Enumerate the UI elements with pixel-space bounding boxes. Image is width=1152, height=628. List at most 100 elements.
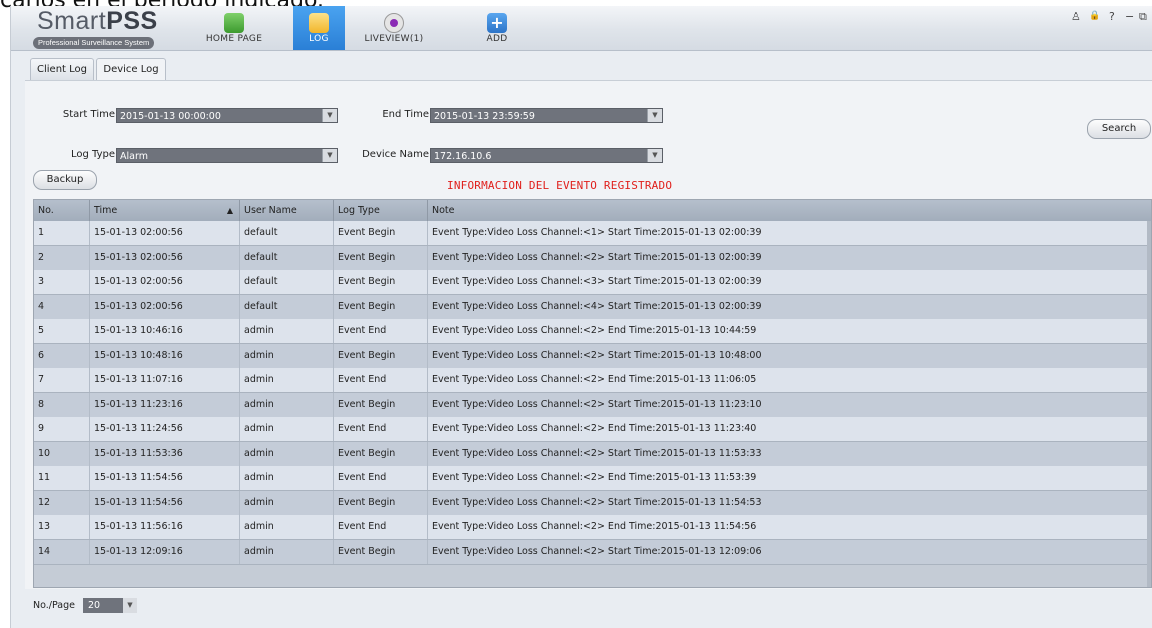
start-time-value: 2015-01-13 00:00:00 — [120, 111, 221, 122]
cell-no: 2 — [34, 245, 90, 270]
chevron-down-icon[interactable]: ▼ — [647, 149, 662, 162]
nav-tab-liveview[interactable]: LIVEVIEW(1) — [359, 6, 429, 50]
cell-no: 3 — [34, 270, 90, 294]
start-time-field[interactable]: 2015-01-13 00:00:00 ▼ — [116, 108, 338, 123]
minimize-icon[interactable]: − — [1125, 10, 1134, 23]
column-header-log-type[interactable]: Log Type — [334, 200, 428, 221]
log-table: No. Time ▲ User Name Log Type Note 1 15-0… — [33, 199, 1152, 588]
cell-no: 11 — [34, 466, 90, 490]
table-row[interactable]: 7 15-01-13 11:07:16 admin Event End Event Ty… — [34, 368, 1151, 393]
column-header-no[interactable]: No. — [34, 200, 90, 221]
user-icon[interactable]: ♙ — [1071, 10, 1081, 23]
cell-type: Event Begin — [334, 441, 428, 466]
cell-time: 15-01-13 11:53:36 — [90, 441, 240, 466]
device-name-select[interactable]: 172.16.10.6 ▼ — [430, 148, 663, 163]
device-name-value: 172.16.10.6 — [434, 151, 492, 162]
table-row[interactable]: 9 15-01-13 11:24:56 admin Event End Event Ty… — [34, 417, 1151, 442]
device-name-label: Device Name — [362, 149, 429, 160]
cell-user: admin — [240, 441, 334, 466]
column-header-user[interactable]: User Name — [240, 200, 334, 221]
tab-device-log[interactable]: Device Log — [96, 58, 166, 81]
cell-no: 6 — [34, 343, 90, 368]
nav-tab-home[interactable]: HOME PAGE — [197, 6, 271, 50]
cell-time: 15-01-13 02:00:56 — [90, 270, 240, 294]
table-scrollbar[interactable] — [1147, 221, 1151, 587]
search-button[interactable]: Search — [1087, 119, 1151, 139]
cell-note: Event Type:Video Loss Channel:<4> Start … — [432, 300, 762, 312]
end-time-label: End Time — [382, 109, 429, 120]
column-header-note[interactable]: Note — [428, 200, 1151, 221]
event-info-annotation: INFORMACION DEL EVENTO REGISTRADO — [447, 179, 673, 192]
table-row[interactable]: 6 15-01-13 10:48:16 admin Event Begin Event … — [34, 343, 1151, 369]
camera-icon — [384, 13, 404, 33]
nav-tab-add[interactable]: + ADD — [477, 6, 517, 50]
cell-user: default — [240, 221, 334, 245]
cell-no: 9 — [34, 417, 90, 441]
end-time-field[interactable]: 2015-01-13 23:59:59 ▼ — [430, 108, 663, 123]
cell-note: Event Type:Video Loss Channel:<2> Start … — [432, 398, 762, 410]
nav-tab-log[interactable]: LOG — [293, 6, 345, 50]
help-icon[interactable]: ? — [1109, 10, 1115, 23]
cell-type: Event Begin — [334, 490, 428, 515]
cell-no: 14 — [34, 539, 90, 564]
cell-type: Event Begin — [334, 539, 428, 564]
log-type-label: Log Type — [70, 149, 115, 160]
column-header-time-label: Time — [94, 205, 118, 216]
app-header: SmartPSS Professional Surveillance Syste… — [11, 6, 1152, 51]
cell-type: Event Begin — [334, 294, 428, 319]
lock-icon[interactable]: 🔒 — [1089, 11, 1100, 21]
cell-time: 15-01-13 02:00:56 — [90, 221, 240, 245]
table-row[interactable]: 4 15-01-13 02:00:56 default Event Begin Even… — [34, 294, 1151, 320]
cell-type: Event End — [334, 515, 428, 539]
chevron-down-icon[interactable]: ▼ — [647, 109, 662, 122]
cell-user: admin — [240, 466, 334, 490]
cell-note: Event Type:Video Loss Channel:<2> Start … — [432, 545, 762, 557]
chevron-down-icon[interactable]: ▼ — [123, 598, 137, 613]
cell-note: Event Type:Video Loss Channel:<3> Start … — [432, 276, 762, 287]
page-size-label: No./Page — [33, 600, 75, 611]
cell-user: default — [240, 245, 334, 270]
table-row[interactable]: 10 15-01-13 11:53:36 admin Event Begin Event… — [34, 441, 1151, 467]
tab-client-log[interactable]: Client Log — [30, 58, 94, 80]
cell-no: 10 — [34, 441, 90, 466]
table-row[interactable]: 8 15-01-13 11:23:16 admin Event Begin Event … — [34, 392, 1151, 418]
cell-type: Event Begin — [334, 245, 428, 270]
cell-no: 4 — [34, 294, 90, 319]
page-size-select[interactable]: 20 ▼ — [83, 598, 137, 613]
chevron-down-icon[interactable]: ▼ — [322, 149, 337, 162]
table-row[interactable]: 1 15-01-13 02:00:56 default Event Begin Even… — [34, 221, 1151, 246]
cell-time: 15-01-13 02:00:56 — [90, 245, 240, 270]
backup-button[interactable]: Backup — [33, 170, 97, 190]
cell-user: default — [240, 270, 334, 294]
cell-time: 15-01-13 10:48:16 — [90, 343, 240, 368]
log-type-select[interactable]: Alarm ▼ — [116, 148, 338, 163]
chevron-down-icon[interactable]: ▼ — [322, 109, 337, 122]
table-row[interactable]: 2 15-01-13 02:00:56 default Event Begin Even… — [34, 245, 1151, 271]
table-row[interactable]: 3 15-01-13 02:00:56 default Event Begin Even… — [34, 270, 1151, 295]
cell-time: 15-01-13 11:07:16 — [90, 368, 240, 392]
table-row[interactable]: 13 15-01-13 11:56:16 admin Event End Event T… — [34, 515, 1151, 540]
cell-no: 5 — [34, 319, 90, 343]
table-row[interactable]: 12 15-01-13 11:54:56 admin Event Begin Event… — [34, 490, 1151, 516]
app-logo: SmartPSS Professional Surveillance Syste… — [33, 7, 188, 49]
table-row[interactable]: 5 15-01-13 10:46:16 admin Event End Event Ty… — [34, 319, 1151, 344]
cell-type: Event End — [334, 368, 428, 392]
table-row[interactable]: 11 15-01-13 11:54:56 admin Event End Event T… — [34, 466, 1151, 491]
restore-icon[interactable]: ⧉ — [1139, 10, 1147, 24]
cell-user: admin — [240, 417, 334, 441]
log-type-value: Alarm — [120, 151, 148, 162]
end-time-value: 2015-01-13 23:59:59 — [434, 111, 535, 122]
cell-time: 15-01-13 11:54:56 — [90, 490, 240, 515]
cell-note: Event Type:Video Loss Channel:<2> Start … — [432, 251, 762, 263]
home-icon — [224, 13, 244, 33]
column-header-time[interactable]: Time ▲ — [90, 200, 240, 221]
cell-user: admin — [240, 490, 334, 515]
cell-time: 15-01-13 11:23:16 — [90, 392, 240, 417]
cell-time: 15-01-13 02:00:56 — [90, 294, 240, 319]
nav-tab-home-label: HOME PAGE — [205, 34, 263, 44]
cell-time: 15-01-13 12:09:16 — [90, 539, 240, 564]
table-header: No. Time ▲ User Name Log Type Note — [34, 200, 1151, 222]
plus-icon: + — [487, 13, 507, 33]
cell-note: Event Type:Video Loss Channel:<2> Start … — [432, 447, 762, 459]
table-row[interactable]: 14 15-01-13 12:09:16 admin Event Begin Event… — [34, 539, 1151, 565]
